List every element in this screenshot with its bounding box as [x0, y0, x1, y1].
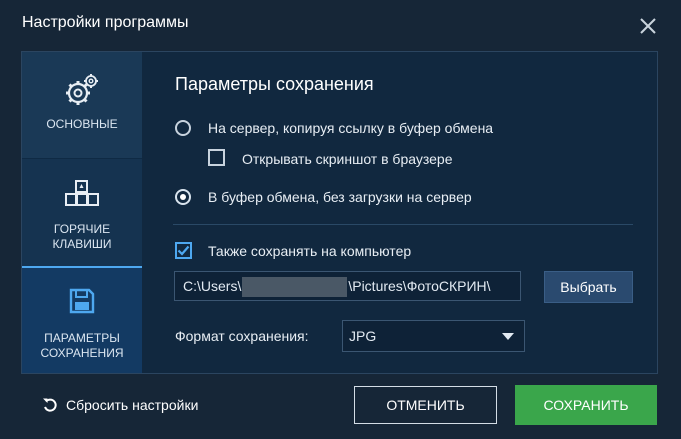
sidebar-item-label: КЛАВИШИ: [52, 237, 112, 251]
radio-server[interactable]: [175, 120, 191, 136]
section-title: Параметры сохранения: [175, 74, 374, 94]
close-button[interactable]: [636, 14, 660, 38]
reset-arrow-icon: [43, 398, 57, 412]
checkmark-icon: [177, 245, 190, 256]
sidebar-item-label: ОСНОВНЫЕ: [46, 117, 118, 131]
radio-clipboard[interactable]: [175, 189, 191, 205]
floppy-disk-icon: [69, 288, 95, 314]
main-content: Параметры сохранения На сервер, копируя …: [142, 52, 657, 373]
sidebar-item-save-params[interactable]: ПАРАМЕТРЫ СОХРАНЕНИЯ: [22, 268, 142, 373]
sidebar-item-label: ГОРЯЧИЕ: [53, 222, 111, 236]
choose-folder-button[interactable]: Выбрать: [544, 271, 633, 303]
format-label: Формат сохранения:: [175, 328, 309, 344]
sidebar-item-label: ПАРАМЕТРЫ: [44, 331, 120, 345]
save-button[interactable]: СОХРАНИТЬ: [515, 385, 657, 425]
window-title: Настройки программы: [22, 14, 189, 31]
radio-server-label: На сервер, копируя ссылку в буфер обмена: [208, 120, 494, 136]
checkbox-save-to-pc[interactable]: [175, 242, 192, 259]
keyboard-keys-icon: [65, 180, 99, 206]
sidebar-item-general[interactable]: ОСНОВНЫЕ: [22, 52, 142, 158]
reset-settings-button[interactable]: Сбросить настройки: [42, 395, 198, 415]
radio-clipboard-label: В буфер обмена, без загрузки на сервер: [208, 189, 472, 205]
format-select[interactable]: JPG: [342, 320, 525, 352]
reset-settings-label: Сбросить настройки: [66, 397, 199, 413]
path-prefix: C:\Users\: [183, 278, 242, 294]
gears-icon: [66, 74, 98, 105]
cancel-button[interactable]: ОТМЕНИТЬ: [354, 386, 497, 424]
chevron-down-icon: [502, 333, 514, 340]
settings-panel: ОСНОВНЫЕ ГОРЯЧИЕ КЛАВИШИ ПАРАМЕТРЫ СОХРА…: [21, 51, 658, 374]
sidebar: ОСНОВНЫЕ ГОРЯЧИЕ КЛАВИШИ ПАРАМЕТРЫ СОХРА…: [22, 52, 142, 373]
checkbox-open-browser[interactable]: [208, 149, 225, 166]
redacted-username: [242, 277, 348, 298]
sidebar-item-label: СОХРАНЕНИЯ: [40, 346, 124, 360]
close-icon: [640, 18, 656, 34]
divider: [173, 224, 633, 225]
checkbox-open-browser-label: Открывать скриншот в браузере: [242, 151, 453, 167]
save-path-field[interactable]: C:\Users\ \Pictures\ФотоСКРИН\: [174, 271, 521, 301]
checkbox-save-to-pc-label: Также сохранять на компьютер: [208, 243, 412, 259]
format-value: JPG: [349, 328, 377, 344]
sidebar-item-hotkeys[interactable]: ГОРЯЧИЕ КЛАВИШИ: [22, 158, 142, 268]
path-suffix: \Pictures\ФотоСКРИН\: [348, 278, 491, 294]
